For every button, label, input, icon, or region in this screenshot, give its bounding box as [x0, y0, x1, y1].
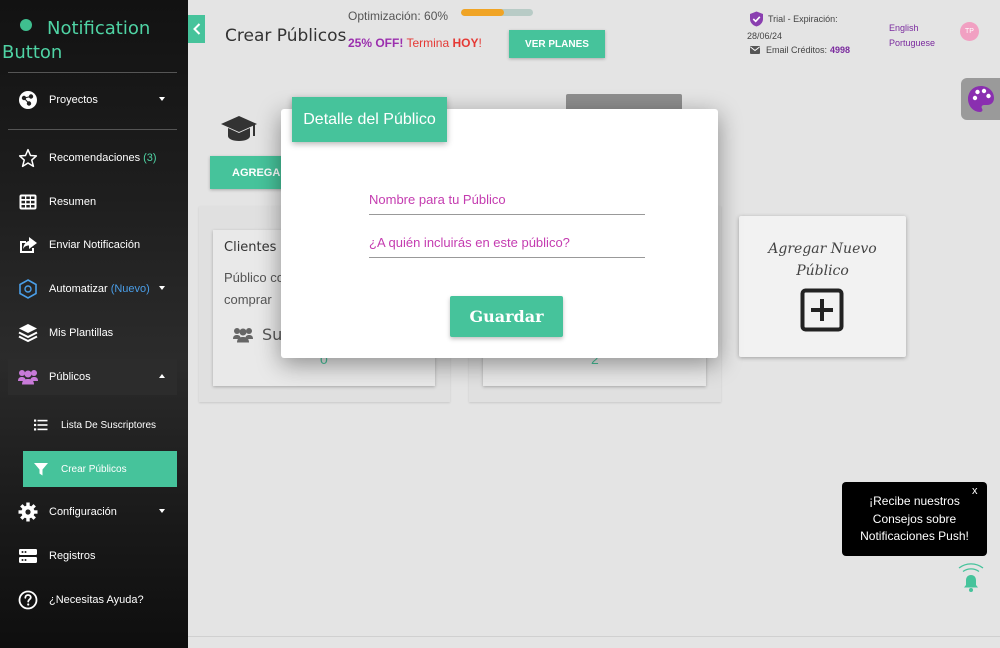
palette-icon — [968, 86, 994, 112]
sidebar: Notification Button Proyectos Recomendac… — [0, 0, 188, 648]
push-tips-text: ¡Recibe nuestros Consejos sobre Notifica… — [842, 493, 987, 546]
logo-dot-icon — [20, 19, 32, 31]
sidebar-item-label: Configuración — [49, 506, 117, 518]
chevron-up-icon — [159, 374, 165, 378]
view-plans-button[interactable]: VER PLANES — [509, 30, 605, 58]
divider — [8, 72, 177, 73]
modal-title: Detalle del Público — [292, 97, 447, 142]
optimization-label: Optimización: 60% — [348, 9, 449, 23]
credits-value: 4998 — [830, 45, 851, 55]
layers-icon — [16, 323, 40, 343]
add-new-audience-line1: Agregar Nuevo — [768, 241, 877, 257]
push-tips-line1: ¡Recibe nuestros — [869, 494, 960, 508]
gear-icon — [16, 502, 40, 522]
add-new-audience-line2: Público — [796, 263, 849, 279]
divider — [8, 129, 177, 130]
trial-label: Trial - Expiración: — [768, 14, 838, 24]
sidebar-subitem-label: Lista De Suscriptores — [61, 419, 157, 431]
promo-today: HOY — [452, 36, 479, 50]
language-portuguese-link[interactable]: Portuguese — [889, 38, 935, 48]
promo-bang: ! — [478, 36, 482, 50]
graduation-cap-icon — [220, 114, 258, 149]
sidebar-item-mis-plantillas[interactable]: Mis Plantillas — [8, 315, 177, 351]
sidebar-item-label: Mis Plantillas — [49, 327, 114, 339]
promo-text: 25% OFF! Termina HOY! — [348, 36, 482, 50]
projects-label: Proyectos — [49, 94, 98, 106]
add-new-audience-label: Agregar Nuevo Público — [739, 238, 906, 282]
sidebar-item-label: Automatizar — [49, 283, 108, 295]
audience-target-input[interactable]: ¿A quién incluirás en este público? — [369, 228, 645, 258]
chevron-down-icon — [159, 97, 165, 101]
sidebar-subitem-crear-publicos[interactable]: Crear Públicos — [23, 451, 177, 487]
filter-icon — [32, 462, 50, 476]
page-title: Crear Públicos — [225, 26, 347, 46]
subscribers-stat: Su — [232, 325, 282, 344]
add-new-audience-card[interactable]: Agregar Nuevo Público — [739, 216, 906, 357]
push-tips-line3: Notificaciones Push! — [860, 529, 969, 543]
notification-bell-button[interactable] — [957, 563, 985, 598]
promo-discount: 25% OFF! — [348, 36, 404, 50]
audience-name-input[interactable]: Nombre para tu Público — [369, 185, 645, 215]
grid-icon — [16, 192, 40, 212]
audience-card-title: Clientes F — [224, 240, 289, 255]
sidebar-item-label: Enviar Notificación — [49, 239, 141, 251]
chevron-down-icon — [159, 509, 165, 513]
sidebar-item-recomendaciones[interactable]: Recomendaciones (3) — [8, 140, 177, 176]
plus-square-icon — [800, 288, 844, 337]
sidebar-subitem-lista-suscriptores[interactable]: Lista De Suscriptores — [23, 407, 177, 443]
optimization-progress-bar — [461, 9, 533, 16]
sidebar-item-ayuda[interactable]: ¿Necesitas Ayuda? — [8, 582, 177, 618]
chevron-down-icon — [159, 286, 165, 290]
recommendations-count-badge: (3) — [143, 152, 157, 164]
expiration-date: 28/06/24 — [747, 31, 783, 41]
star-icon — [16, 148, 40, 168]
sidebar-subitem-label: Crear Públicos — [61, 463, 127, 475]
bell-icon — [958, 563, 984, 592]
promo-ends: Termina — [406, 36, 450, 50]
sidebar-item-automatizar[interactable]: Automatizar (Nuevo) — [8, 271, 177, 307]
sidebar-item-label: Resumen — [49, 196, 97, 208]
sidebar-item-configuracion[interactable]: Configuración — [8, 494, 177, 530]
envelope-icon — [750, 46, 760, 54]
brand-name-line1: Notification — [47, 18, 151, 39]
theme-palette-button[interactable] — [961, 78, 1000, 120]
trial-status: Trial - Expiración: — [749, 11, 838, 27]
new-badge: (Nuevo) — [110, 283, 150, 295]
shield-check-icon — [750, 11, 763, 27]
sidebar-item-resumen[interactable]: Resumen — [8, 184, 177, 220]
sidebar-item-registros[interactable]: Registros — [8, 538, 177, 574]
collapse-sidebar-button[interactable] — [188, 15, 205, 43]
footer-divider — [188, 636, 1000, 637]
brand-logo[interactable]: Notification Button — [0, 6, 188, 66]
subscribers-label: Su — [262, 325, 283, 344]
user-avatar[interactable]: TP — [960, 22, 979, 41]
save-button[interactable]: Guardar — [450, 296, 563, 337]
users-icon — [233, 327, 253, 342]
sidebar-item-label: Registros — [49, 550, 96, 562]
automation-icon — [16, 279, 40, 299]
language-english-link[interactable]: English — [889, 23, 919, 33]
sidebar-item-label: Públicos — [49, 371, 91, 383]
users-icon — [16, 367, 40, 387]
sidebar-item-label: ¿Necesitas Ayuda? — [49, 594, 144, 606]
brand-name-line2: Button — [2, 42, 63, 63]
sidebar-item-label: Recomendaciones — [49, 152, 141, 164]
help-icon — [16, 590, 40, 610]
projects-icon — [16, 90, 40, 110]
push-tips-popup[interactable]: x ¡Recibe nuestros Consejos sobre Notifi… — [842, 482, 987, 556]
share-icon — [16, 235, 40, 255]
push-tips-line2: Consejos sobre — [872, 511, 957, 526]
chevron-left-icon — [192, 23, 200, 35]
audience-detail-modal: Detalle del Público Nombre para tu Públi… — [281, 97, 718, 358]
sidebar-item-enviar-notificacion[interactable]: Enviar Notificación — [8, 227, 177, 263]
email-credits: Email Créditos: 4998 — [750, 45, 850, 55]
sidebar-item-publicos[interactable]: Públicos — [8, 359, 177, 395]
credits-label: Email Créditos: — [766, 45, 828, 55]
optimization-progress-fill — [461, 9, 505, 16]
server-icon — [16, 546, 40, 566]
projects-dropdown[interactable]: Proyectos — [8, 82, 177, 118]
list-icon — [32, 419, 50, 431]
